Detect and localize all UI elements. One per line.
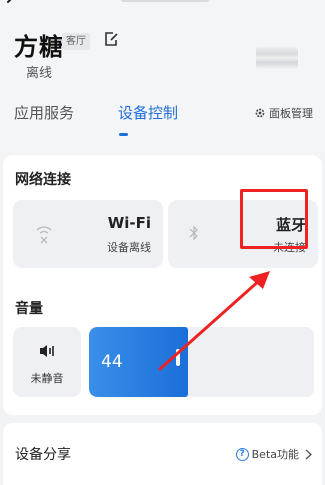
header: 方糖 客厅 离线 应用服务 设备控制 面板管理 bbox=[0, 0, 325, 152]
device-share-label: 设备分享 bbox=[15, 447, 71, 463]
panel-management-label: 面板管理 bbox=[269, 107, 313, 120]
wifi-status: 设备离线 bbox=[107, 241, 151, 254]
help-icon: ? bbox=[235, 447, 249, 461]
bluetooth-icon bbox=[189, 225, 198, 241]
top-bar-remnant bbox=[120, 0, 210, 2]
panel-management-button[interactable]: 面板管理 bbox=[254, 105, 313, 121]
volume-section-title: 音量 bbox=[15, 301, 43, 317]
device-share-row[interactable]: 设备分享 ? Beta功能 bbox=[3, 423, 322, 485]
device-title: 方糖 bbox=[14, 33, 64, 61]
beta-label: Beta功能 bbox=[251, 448, 299, 461]
network-section-title: 网络连接 bbox=[15, 172, 71, 188]
speaker-icon bbox=[40, 345, 54, 357]
mute-status-label: 未静音 bbox=[30, 372, 64, 385]
gear-icon bbox=[255, 108, 265, 118]
mute-toggle[interactable]: 未静音 bbox=[13, 327, 81, 397]
device-image bbox=[256, 47, 298, 69]
back-arrow-icon[interactable] bbox=[4, 0, 18, 10]
beta-feature-link[interactable]: ? Beta功能 bbox=[235, 446, 312, 462]
wifi-label: Wi-Fi bbox=[107, 214, 151, 232]
volume-value: 44 bbox=[101, 352, 123, 372]
active-tab-indicator bbox=[119, 133, 128, 136]
volume-slider[interactable]: 44 bbox=[89, 327, 314, 397]
wifi-off-icon bbox=[36, 226, 52, 244]
room-badge: 客厅 bbox=[62, 33, 90, 50]
highlight-box bbox=[240, 189, 308, 249]
tab-app-services[interactable]: 应用服务 bbox=[14, 102, 74, 123]
edit-icon[interactable] bbox=[103, 31, 119, 47]
device-status: 离线 bbox=[26, 66, 53, 81]
tab-device-control[interactable]: 设备控制 bbox=[118, 102, 178, 123]
chevron-right-icon bbox=[305, 448, 312, 460]
wifi-tile[interactable]: Wi-Fi 设备离线 bbox=[13, 200, 163, 268]
volume-slider-handle[interactable] bbox=[176, 349, 180, 366]
